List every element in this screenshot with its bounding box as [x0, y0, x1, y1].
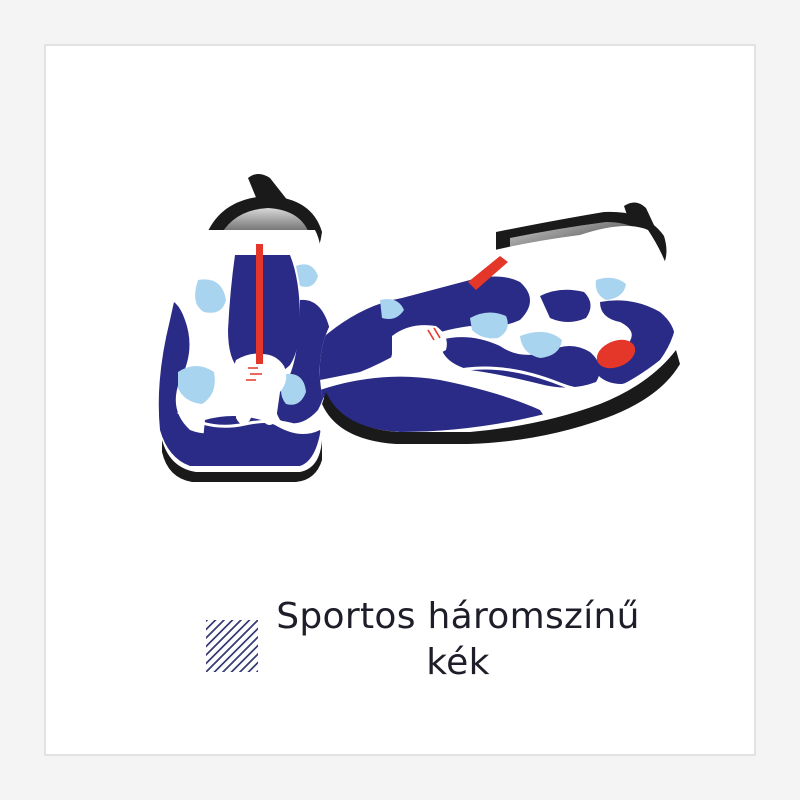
caption-line-2: kék [426, 642, 490, 683]
diagonal-hatch-swatch-icon [206, 620, 258, 672]
caption-line-1: Sportos háromszínű [276, 596, 640, 637]
product-variant-caption: Sportos háromszínű kék [268, 594, 648, 686]
page-background: Sportos háromszínű kék [0, 0, 800, 800]
